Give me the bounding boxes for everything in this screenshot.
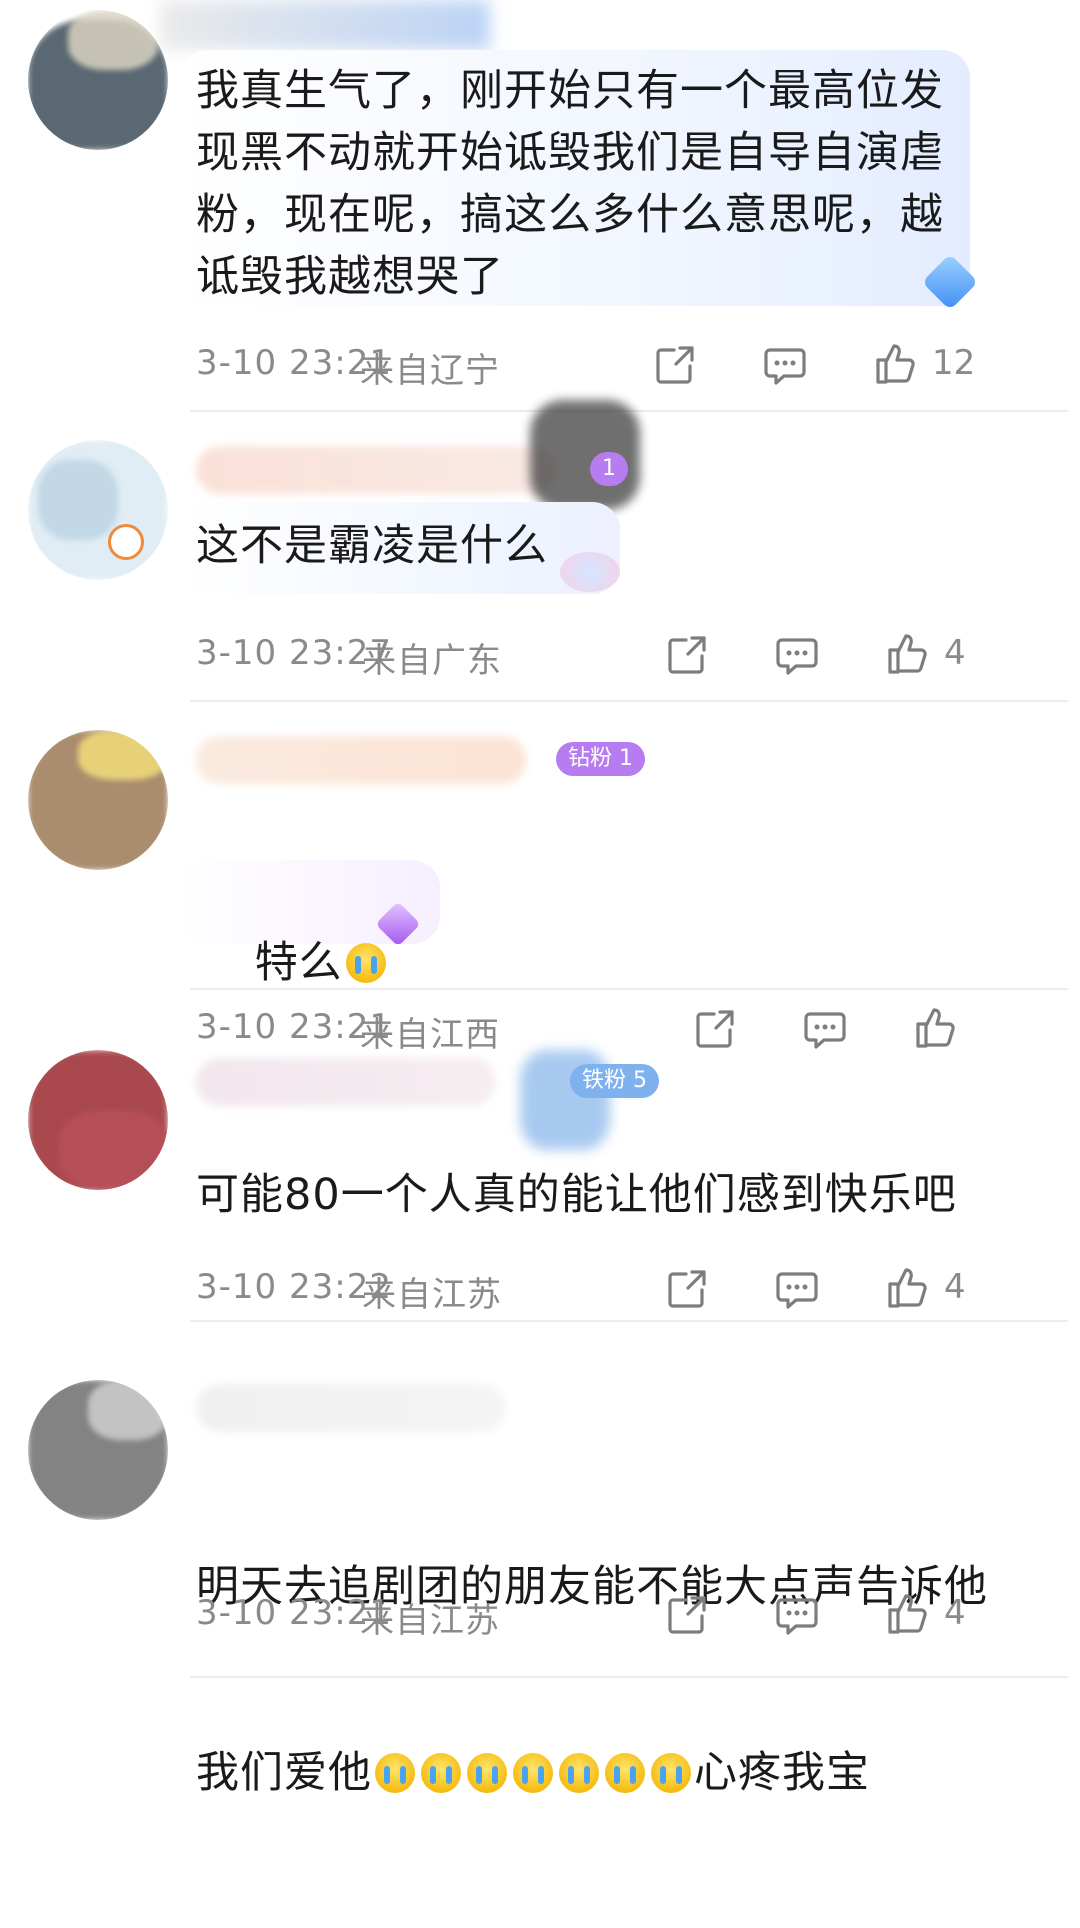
avatar[interactable] xyxy=(28,1380,168,1520)
comment-text: 明天去追剧团的朋友能不能大点声告诉他 我们爱他 心疼我宝 xyxy=(196,1432,988,1928)
crying-face-emoji xyxy=(421,1753,461,1793)
share-button[interactable] xyxy=(664,1592,710,1638)
like-button[interactable] xyxy=(884,1590,930,1636)
username-blur[interactable] xyxy=(196,1384,506,1432)
like-count: 4 xyxy=(944,1593,966,1633)
comment-item: 明天去追剧团的朋友能不能大点声告诉他 我们爱他 心疼我宝 3-10 23:21 来… xyxy=(0,0,1080,1798)
comment-text-segment: 我们爱他 xyxy=(196,1748,372,1798)
crying-face-emoji xyxy=(605,1753,645,1793)
comment-icon xyxy=(776,1598,818,1635)
divider xyxy=(190,1676,1068,1678)
crying-face-emoji xyxy=(513,1753,553,1793)
comment-text-line: 我们爱他 心疼我宝 xyxy=(196,1742,988,1804)
thumbs-up-icon xyxy=(888,1594,927,1634)
crying-face-emoji xyxy=(651,1753,691,1793)
crying-face-emoji xyxy=(375,1753,415,1793)
crying-face-emoji xyxy=(559,1753,599,1793)
comment-button[interactable] xyxy=(774,1592,820,1638)
comment-location: 来自江苏 xyxy=(360,1601,500,1641)
share-icon xyxy=(668,1596,706,1634)
crying-face-emoji xyxy=(467,1753,507,1793)
comment-text-segment: 心疼我宝 xyxy=(694,1748,870,1798)
